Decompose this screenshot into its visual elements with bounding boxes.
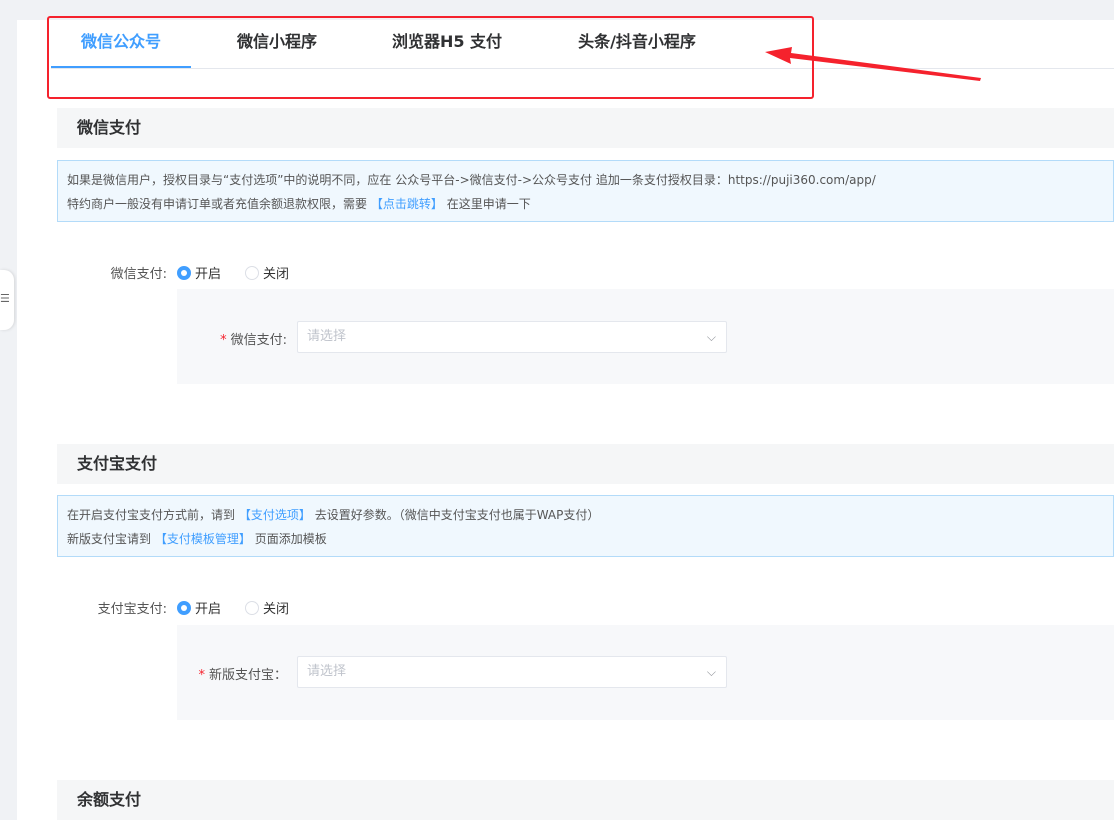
info-box-alipay: 在开启支付宝支付方式前，请到 【支付选项】 去设置好参数。（微信中支付宝支付也属… [57, 495, 1114, 557]
payment-template-link[interactable]: 【支付模板管理】 [155, 532, 251, 546]
label-text: 微信支付: [230, 333, 287, 348]
select-placeholder: 请选择 [307, 664, 347, 679]
radio-label: 开启 [195, 602, 222, 617]
menu-fold-icon: ☰ [0, 292, 10, 305]
radio-checked-icon [177, 601, 191, 615]
annotation-highlight-box [47, 16, 814, 99]
info-text: 新版支付宝请到 【支付模板管理】 页面添加模板 [67, 530, 327, 547]
radio-label: 关闭 [263, 602, 290, 617]
alipay-select-label: * 新版支付宝： [180, 664, 287, 683]
info-box-wechat: 如果是微信用户，授权目录与“支付选项”中的说明不同，应在 公众号平台->微信支付… [57, 160, 1114, 222]
info-text: 新版支付宝请到 [67, 532, 152, 546]
section-title-wechat: 微信支付 [77, 118, 142, 137]
info-text: 在开启支付宝支付方式前，请到 【支付选项】 去设置好参数。（微信中支付宝支付也属… [67, 506, 599, 523]
wechat-pay-toggle-label: 微信支付: [110, 267, 167, 282]
info-text: 在这里申请一下 [446, 197, 531, 211]
info-text: 去设置好参数。（微信中支付宝支付也属于WAP支付） [314, 508, 600, 522]
section-header-wechat: 微信支付 [57, 108, 1114, 148]
select-placeholder: 请选择 [307, 329, 347, 344]
wechat-pay-on-radio[interactable]: 开启 [177, 263, 221, 282]
alipay-off-radio[interactable]: 关闭 [245, 598, 289, 617]
radio-unchecked-icon [245, 601, 259, 615]
jump-link[interactable]: 【点击跳转】 [371, 197, 443, 211]
section-title-balance: 余额支付 [77, 790, 142, 809]
label-text: 新版支付宝： [208, 668, 287, 683]
info-text: 页面添加模板 [254, 532, 327, 546]
info-text: 特约商户一般没有申请订单或者充值余额退款权限，需要 【点击跳转】 在这里申请一下 [67, 195, 531, 212]
section-title-alipay: 支付宝支付 [77, 454, 158, 473]
alipay-on-radio[interactable]: 开启 [177, 598, 221, 617]
info-text: 特约商户一般没有申请订单或者充值余额退款权限，需要 [67, 197, 368, 211]
info-text: 在开启支付宝支付方式前，请到 [67, 508, 236, 522]
radio-unchecked-icon [245, 266, 259, 280]
chevron-down-icon: ⌵ [706, 330, 716, 344]
wechat-pay-select[interactable]: 请选择 ⌵ [297, 321, 727, 353]
section-header-balance: 余额支付 [57, 780, 1114, 820]
wechat-pay-select-label: * 微信支付: [180, 329, 287, 348]
wechat-pay-off-radio[interactable]: 关闭 [245, 263, 289, 282]
radio-label: 关闭 [263, 267, 290, 282]
radio-checked-icon [177, 266, 191, 280]
payment-options-link[interactable]: 【支付选项】 [239, 508, 311, 522]
alipay-template-select[interactable]: 请选择 ⌵ [297, 656, 727, 688]
sidebar-toggle[interactable]: ☰ [0, 270, 14, 330]
required-asterisk: * [220, 333, 227, 348]
required-asterisk: * [198, 668, 205, 683]
section-header-alipay: 支付宝支付 [57, 444, 1114, 484]
info-text: 如果是微信用户，授权目录与“支付选项”中的说明不同，应在 公众号平台->微信支付… [67, 173, 876, 187]
radio-label: 开启 [195, 267, 222, 282]
alipay-toggle-label: 支付宝支付: [97, 602, 167, 617]
chevron-down-icon: ⌵ [706, 665, 716, 679]
